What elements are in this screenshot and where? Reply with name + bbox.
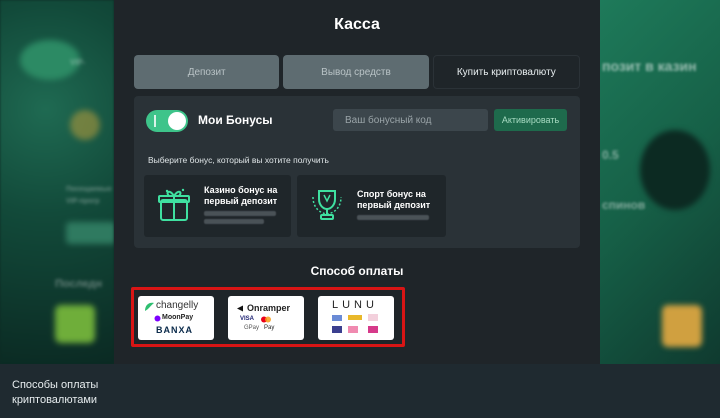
bonus-card-title: Спорт бонус на первый депозит: [357, 189, 431, 210]
payment-method-title: Способ оплаты: [310, 264, 404, 278]
provider-label: changelly: [156, 300, 199, 311]
bonus-card-casino[interactable]: Казино бонус на первый депозит: [144, 175, 291, 237]
background-game-thumb: [662, 305, 702, 347]
toggle-on-mark: [154, 115, 156, 127]
background-text: VIP-прогр: [66, 198, 100, 205]
image-caption: Способы оплаты криптовалютами: [12, 379, 99, 406]
mastercard-icon: [261, 316, 271, 323]
background-text: спинов: [602, 198, 646, 212]
background-game-thumb: [55, 305, 95, 343]
changelly-logo-icon: [145, 302, 154, 311]
background-text: VIP-: [70, 58, 86, 67]
background-button: [66, 222, 114, 244]
payment-method-icon: [368, 314, 378, 321]
choose-bonus-text: Выберите бонус, который вы хотите получи…: [148, 155, 329, 165]
bonus-label: Мои Бонусы: [198, 113, 273, 127]
redacted-text: [357, 215, 429, 220]
caption-bar: Способы оплаты криптовалютами: [0, 364, 720, 418]
payment-method-icon: [332, 326, 342, 333]
background-text: позит в казин: [602, 58, 697, 74]
redacted-text: [204, 211, 276, 216]
tab-deposit[interactable]: Депозит: [134, 55, 280, 89]
visa-logo: VISA: [240, 316, 255, 322]
payment-method-icon: [348, 315, 362, 320]
bonus-code-input[interactable]: [333, 109, 488, 131]
bonus-card-title: Казино бонус на первый депозит: [204, 185, 278, 206]
background-casino-left: VIP- Посещаемые VIP-прогр Последн: [0, 0, 114, 364]
payment-method-icon: [332, 315, 342, 321]
background-text: Последн: [55, 278, 103, 290]
background-text: 0.5: [602, 148, 619, 162]
trophy-icon: [312, 190, 342, 220]
apple-pay-logo: Pay: [264, 325, 275, 331]
payment-option-lunu[interactable]: LUNU: [318, 296, 394, 340]
tab-withdraw[interactable]: Вывод средств: [283, 55, 429, 89]
background-casino-right: позит в казин 0.5 спинов: [600, 0, 720, 364]
toggle-knob: [168, 112, 186, 130]
payment-highlight-frame: changelly MoonPay BANXA Onramper VISA GP…: [131, 287, 405, 347]
cashier-tabs: Депозит Вывод средств Купить криптовалют…: [134, 55, 580, 89]
provider-label: LUNU: [332, 299, 378, 311]
moonpay-logo-icon: [154, 315, 161, 322]
redacted-text: [204, 219, 264, 224]
gpay-logo: GPay: [244, 325, 260, 331]
activate-button[interactable]: Активировать: [494, 109, 567, 131]
bonus-card-sport[interactable]: Спорт бонус на первый депозит: [297, 175, 446, 237]
tab-buy-crypto[interactable]: Купить криптовалюту: [432, 55, 580, 89]
background-figure: [640, 130, 710, 210]
bonus-panel: Мои Бонусы Активировать Выберите бонус, …: [134, 96, 580, 248]
payment-method-icon: [368, 326, 378, 333]
onramper-logo-icon: [237, 305, 243, 312]
modal-title: Касса: [334, 16, 380, 33]
background-text: Посещаемые: [66, 186, 112, 193]
gift-icon: [158, 188, 190, 221]
provider-label: BANXA: [156, 325, 194, 335]
payment-method-icon: [348, 326, 358, 333]
payment-option-onramper[interactable]: Onramper VISA GPay Pay: [228, 296, 304, 340]
background-blob: [70, 110, 100, 140]
payment-option-changelly[interactable]: changelly MoonPay BANXA: [138, 296, 214, 340]
provider-label: Onramper: [247, 303, 291, 313]
bonus-toggle[interactable]: [146, 110, 188, 132]
cashier-modal: Касса Депозит Вывод средств Купить крипт…: [114, 0, 600, 364]
provider-label: MoonPay: [162, 314, 194, 321]
